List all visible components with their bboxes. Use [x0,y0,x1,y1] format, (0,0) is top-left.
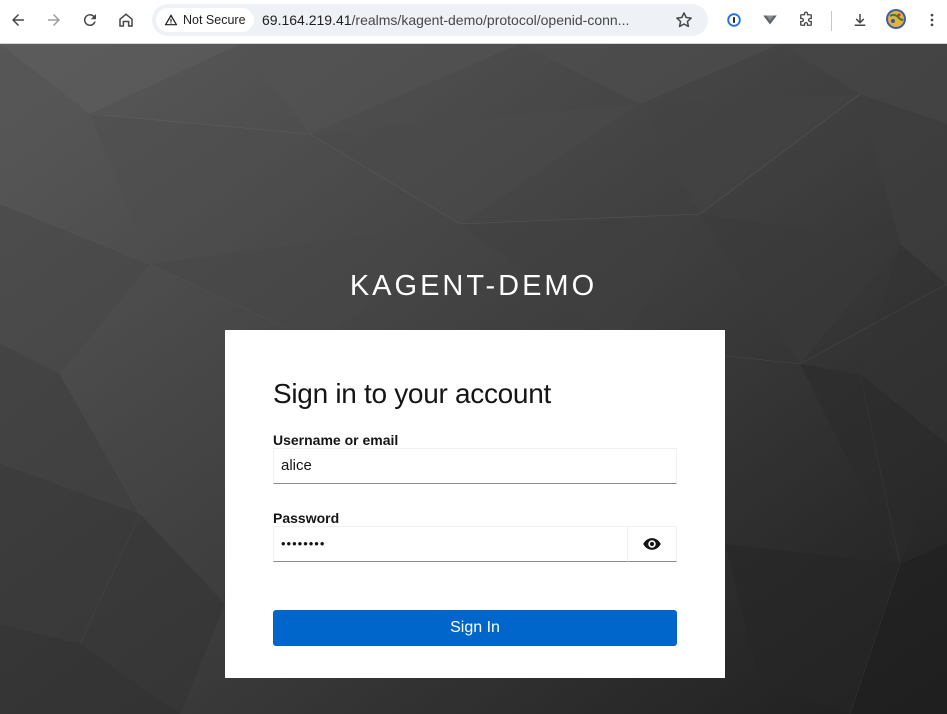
sign-in-button[interactable]: Sign In [273,610,677,646]
bookmark-star-icon[interactable] [674,10,694,30]
security-chip-label: Not Secure [183,13,246,27]
username-input[interactable]: alice [273,448,677,484]
show-password-eye-icon [643,538,661,550]
url-path: /realms/kagent-demo/protocol/openid-conn… [351,12,630,28]
profile-avatar-icon[interactable] [886,9,906,29]
show-password-button[interactable] [627,526,677,562]
warning-icon [164,14,178,26]
vpn-shield-icon[interactable] [758,8,782,32]
url-host: 69.164.219.41 [262,12,352,28]
realm-title: KAGENT-DEMO [349,270,598,302]
address-bar[interactable]: Not Secure 69.164.219.41/realms/kagent-d… [152,4,708,36]
url-text[interactable]: 69.164.219.41/realms/kagent-demo/protoco… [262,12,657,28]
login-title: Sign in to your account [273,378,551,409]
password-label: Password [273,510,340,526]
username-label: Username or email [273,432,399,448]
home-icon[interactable] [114,8,138,32]
forward-arrow-icon[interactable] [42,8,66,32]
back-arrow-icon[interactable] [6,8,30,32]
download-icon[interactable] [848,8,872,32]
security-chip[interactable]: Not Secure [156,8,254,32]
extensions-puzzle-icon[interactable] [794,8,818,32]
more-vert-icon[interactable] [920,8,944,32]
browser-toolbar: Not Secure 69.164.219.41/realms/kagent-d… [0,0,947,44]
password-manager-icon[interactable] [722,8,746,32]
toolbar-divider [831,11,832,31]
reload-icon[interactable] [78,8,102,32]
password-input[interactable]: •••••••• [273,526,628,562]
login-card: Sign in to your account Username or emai… [225,330,725,678]
password-field-group: •••••••• [273,526,677,562]
